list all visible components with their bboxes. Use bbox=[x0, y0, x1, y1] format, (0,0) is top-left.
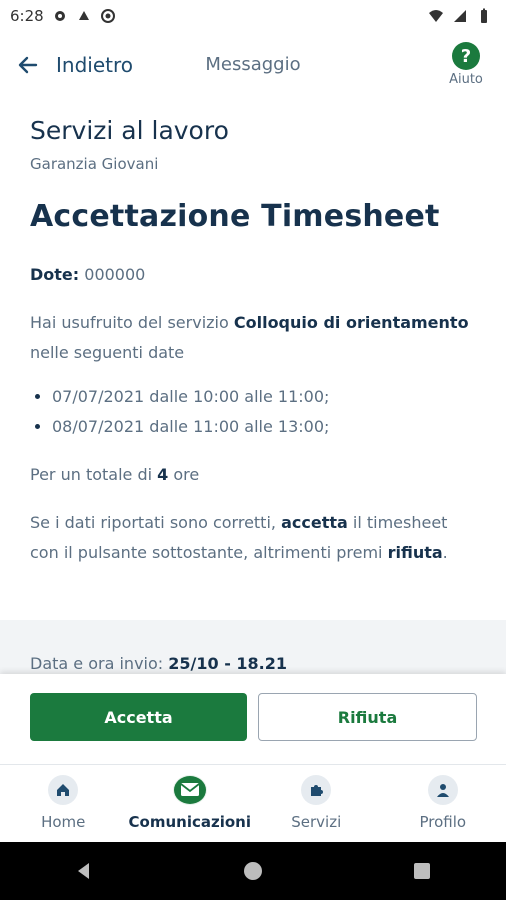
bottom-navigation: Home Comunicazioni Servizi Profilo bbox=[0, 764, 506, 843]
home-circle-icon[interactable] bbox=[243, 861, 263, 881]
accept-button[interactable]: Accetta bbox=[30, 693, 247, 741]
recents-square-icon[interactable] bbox=[412, 861, 432, 881]
sent-value: 25/10 - 18.21 bbox=[168, 654, 288, 673]
page-title: Messaggio bbox=[205, 54, 301, 75]
notice-part: Se i dati riportati sono corretti, bbox=[30, 513, 282, 532]
status-bar: 6:28 bbox=[0, 0, 506, 32]
nav-item-profilo[interactable]: Profilo bbox=[380, 765, 506, 843]
total-suffix: ore bbox=[168, 465, 200, 484]
action-bar: Accetta Rifiuta bbox=[0, 674, 506, 764]
nav-label-servizi: Servizi bbox=[291, 813, 342, 831]
dote-value: 000000 bbox=[84, 265, 146, 284]
wifi-icon bbox=[429, 10, 443, 22]
total-hours-text: Per un totale di 4 ore bbox=[30, 460, 478, 490]
intro-service: Colloquio di orientamento bbox=[233, 313, 469, 332]
sent-info-band: Data e ora invio: 25/10 - 18.21 bbox=[0, 620, 506, 680]
reject-button[interactable]: Rifiuta bbox=[258, 693, 477, 741]
intro-prefix: Hai usufruito del servizio bbox=[30, 313, 234, 332]
notice-part: . bbox=[442, 543, 448, 562]
help-button[interactable]: ? Aiuto bbox=[446, 42, 486, 87]
nav-label-comunicazioni: Comunicazioni bbox=[128, 813, 251, 831]
nav-label-profilo: Profilo bbox=[419, 813, 467, 831]
notice-accept: accetta bbox=[281, 513, 348, 532]
total-prefix: Per un totale di bbox=[30, 465, 158, 484]
system-navigation-bar bbox=[0, 842, 506, 900]
settings-icon bbox=[54, 11, 65, 21]
back-triangle-icon[interactable] bbox=[74, 861, 94, 881]
help-icon: ? bbox=[452, 42, 480, 70]
battery-icon bbox=[481, 8, 487, 23]
person-icon bbox=[427, 775, 458, 805]
home-icon bbox=[48, 775, 79, 805]
sent-label: Data e ora invio: bbox=[30, 654, 169, 673]
status-time: 6:28 bbox=[10, 7, 44, 25]
notice-reject: rifiuta bbox=[387, 543, 443, 562]
message-content: Servizi al lavoro Garanzia Giovani Accet… bbox=[30, 112, 478, 568]
mail-icon bbox=[172, 775, 207, 805]
dote-line: Dote: 000000 bbox=[30, 260, 478, 290]
nav-label-home: Home bbox=[41, 813, 86, 831]
service-subtitle: Garanzia Giovani bbox=[30, 155, 159, 173]
message-title: Accettazione Timesheet bbox=[30, 199, 440, 234]
help-label: Aiuto bbox=[449, 72, 483, 87]
intro-text: Hai usufruito del servizio Colloquio di … bbox=[30, 308, 478, 368]
list-item: 07/07/2021 dalle 10:00 alle 11:00; bbox=[52, 382, 478, 412]
app-bar: Indietro Messaggio ? Aiuto bbox=[0, 36, 506, 96]
signal-icon bbox=[454, 10, 466, 22]
no-disturb-icon bbox=[100, 9, 115, 23]
sent-datetime: Data e ora invio: 25/10 - 18.21 bbox=[30, 654, 287, 673]
total-hours: 4 bbox=[157, 465, 169, 484]
nav-item-home[interactable]: Home bbox=[0, 765, 127, 843]
dates-list: 07/07/2021 dalle 10:00 alle 11:00; 08/07… bbox=[30, 382, 478, 442]
notice-text: Se i dati riportati sono corretti, accet… bbox=[30, 508, 478, 568]
nav-item-servizi[interactable]: Servizi bbox=[253, 765, 380, 843]
dote-label: Dote: bbox=[30, 265, 80, 284]
data-saver-icon bbox=[78, 11, 89, 20]
service-title: Servizi al lavoro bbox=[30, 116, 229, 145]
intro-suffix: nelle seguenti date bbox=[30, 343, 185, 362]
list-item: 08/07/2021 dalle 11:00 alle 13:00; bbox=[52, 412, 478, 442]
nav-item-comunicazioni[interactable]: Comunicazioni bbox=[127, 765, 254, 843]
puzzle-icon bbox=[301, 775, 332, 805]
